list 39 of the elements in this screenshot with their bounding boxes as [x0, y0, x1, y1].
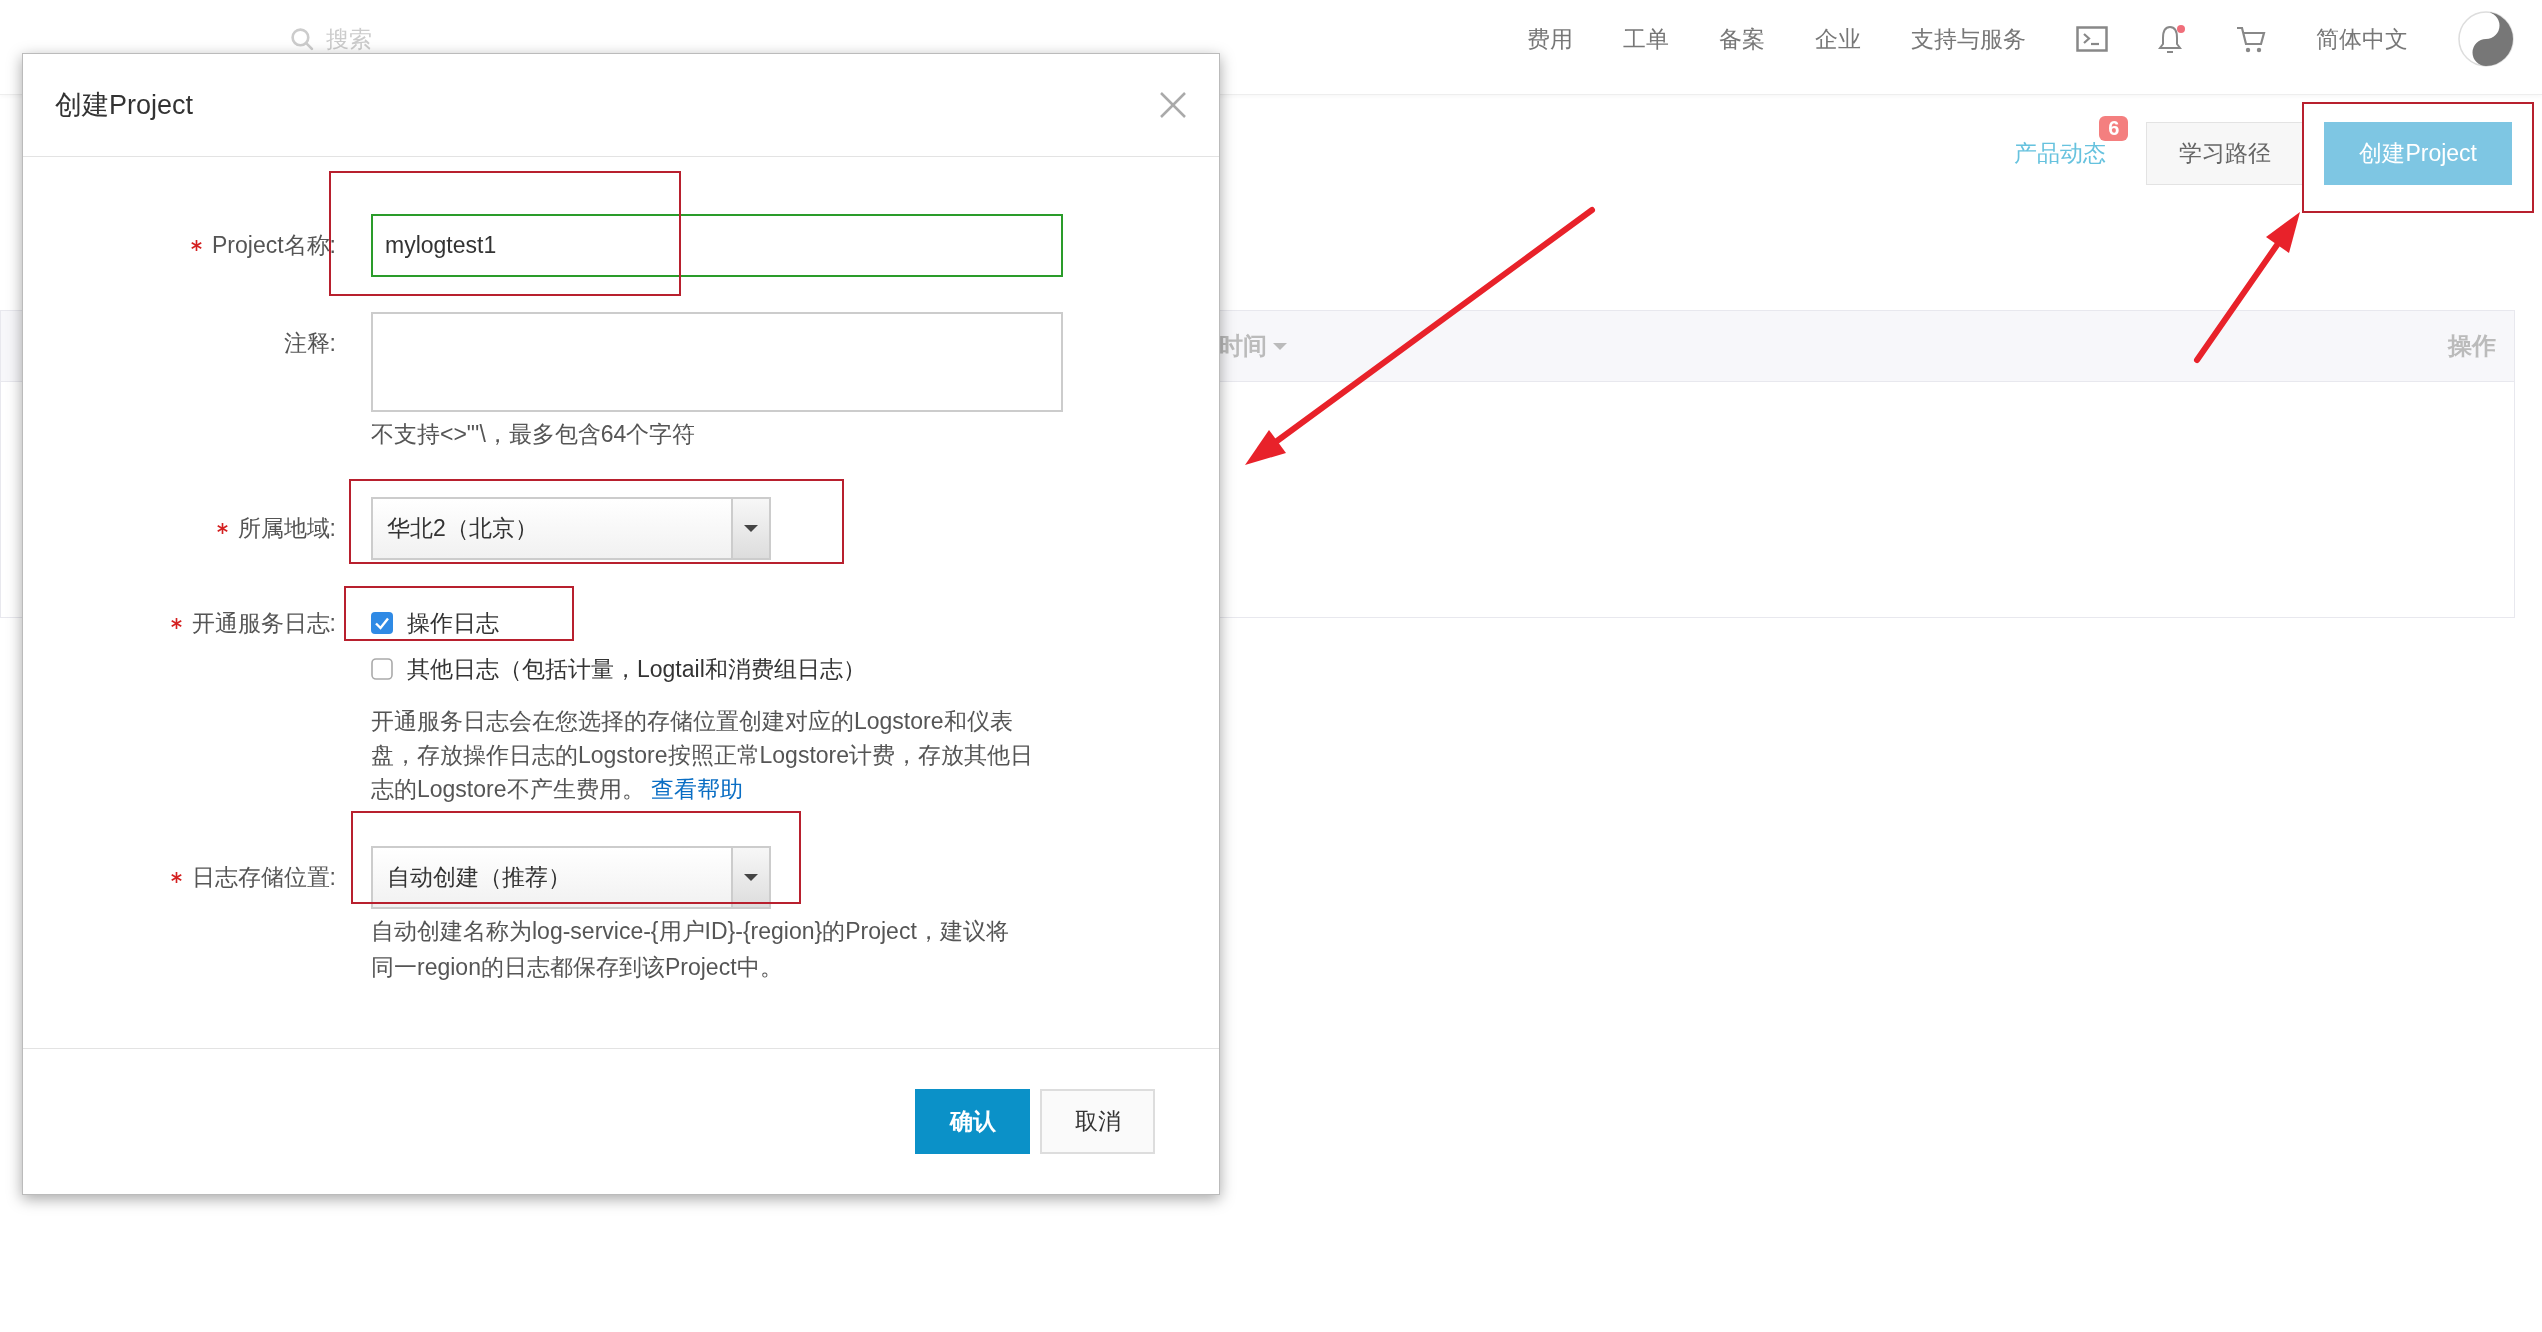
help-link[interactable]: 查看帮助	[650, 776, 743, 802]
sort-caret-icon[interactable]	[1273, 342, 1287, 350]
field-label: 所属地域:	[237, 514, 336, 543]
bell-icon[interactable]	[2158, 24, 2186, 54]
language-link[interactable]: 简体中文	[2316, 23, 2408, 55]
select-value: 华北2（北京）	[386, 514, 538, 543]
checkbox[interactable]	[371, 658, 393, 680]
nav-link[interactable]: 费用	[1527, 23, 1573, 55]
checkbox-label[interactable]: 操作日志	[407, 607, 499, 639]
select-value: 自动创建（推荐）	[386, 863, 571, 892]
confirm-button[interactable]: 确认	[915, 1089, 1030, 1154]
description-text: 开通服务日志会在您选择的存储位置创建对应的Logstore和仪表盘，存放操作日志的Logstore按照正常Logstore计费，存放其他日志的Logstore不产生费用。 查看帮助	[371, 707, 1034, 804]
search-icon	[290, 27, 314, 51]
learning-path-button[interactable]: 学习路径	[2146, 122, 2305, 185]
checkbox[interactable]	[371, 612, 393, 634]
avatar-icon[interactable]	[2458, 11, 2514, 67]
nav-link[interactable]: 工单	[1623, 23, 1669, 55]
comment-field[interactable]	[371, 312, 1063, 412]
caret-icon	[744, 874, 758, 881]
select-field[interactable]: 华北2（北京）	[371, 497, 771, 560]
caret-icon	[744, 525, 758, 532]
nav-link[interactable]: 企业	[1815, 23, 1861, 55]
cart-icon[interactable]	[2236, 25, 2266, 53]
count-badge: 6	[2099, 116, 2129, 141]
nav-link[interactable]: 支持与服务	[1911, 23, 2026, 55]
hint-text: 不支持<>"'\，最多包含64个字符	[371, 420, 697, 449]
checkbox-label[interactable]: 其他日志（包括计量，Logtail和消费组日志）	[407, 653, 866, 685]
dialog-title: 创建Project	[55, 89, 194, 122]
cancel-button[interactable]: 取消	[1040, 1089, 1155, 1154]
field-label: Project名称:	[212, 231, 336, 260]
hint-text: 自动创建名称为log-service-{用户ID}-{region}的Project，建议将同一region的日志都保存到该Project中。	[371, 917, 1010, 982]
field-label: 注释:	[283, 329, 336, 358]
field-label: 日志存储位置:	[191, 863, 336, 892]
select-field[interactable]: 自动创建（推荐）	[371, 846, 771, 909]
close-icon	[1159, 91, 1187, 119]
terminal-icon[interactable]	[2076, 26, 2108, 52]
nav-link[interactable]: 备案	[1719, 23, 1765, 55]
field-label: 开通服务日志:	[191, 608, 336, 638]
text-field[interactable]: mylogtest1	[371, 214, 1063, 277]
